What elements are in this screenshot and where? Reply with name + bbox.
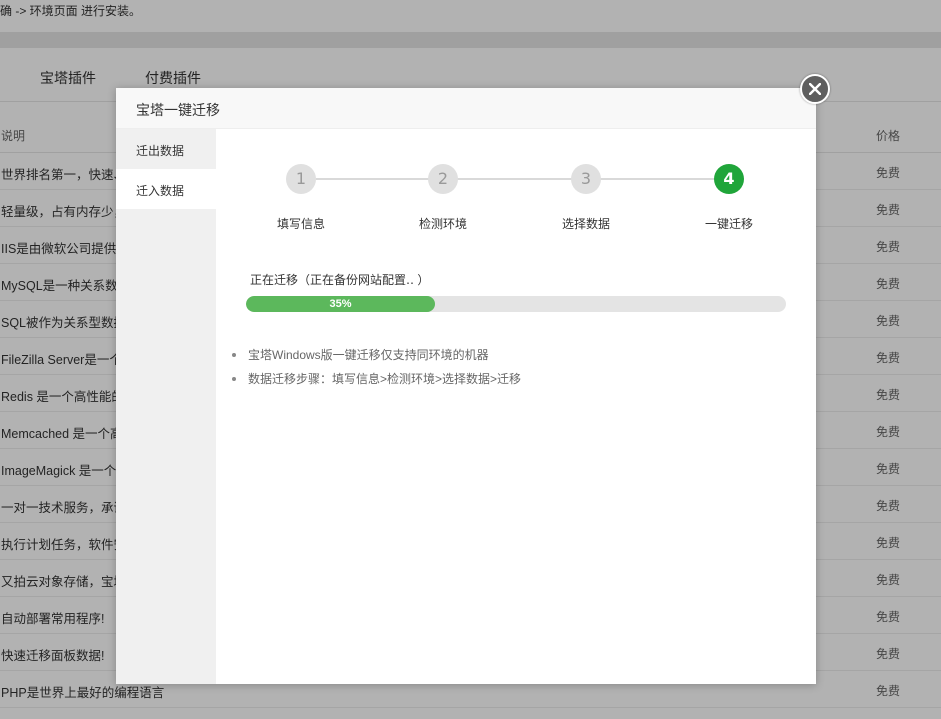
migration-notes: 宝塔Windows版一键迁移仅支持同环境的机器 数据迁移步骤：填写信息>检测环境… bbox=[230, 347, 790, 395]
dialog-sidebar: 迁出数据 迁入数据 bbox=[116, 129, 216, 684]
close-icon bbox=[809, 83, 821, 95]
dialog-main: 1 2 3 4 填写信息 检测环境 选择数据 一键迁移 正在迁移（正在备份网站配… bbox=[216, 129, 816, 684]
step-4-circle: 4 bbox=[714, 164, 744, 194]
step-3-label: 选择数据 bbox=[561, 217, 610, 231]
progress-label: 35% bbox=[329, 298, 352, 310]
dialog-header: 宝塔一键迁移 bbox=[116, 88, 816, 129]
step-1-circle: 1 bbox=[286, 164, 316, 194]
note-item: 宝塔Windows版一键迁移仅支持同环境的机器 bbox=[230, 347, 790, 371]
step-2-label: 检测环境 bbox=[418, 217, 467, 231]
sidebar-item-export[interactable]: 迁出数据 bbox=[116, 129, 216, 169]
step-connector bbox=[316, 178, 744, 180]
step-indicator: 1 2 3 4 填写信息 检测环境 选择数据 一键迁移 bbox=[216, 129, 816, 239]
note-item: 数据迁移步骤：填写信息>检测环境>选择数据>迁移 bbox=[230, 371, 790, 395]
sidebar-item-label: 迁入数据 bbox=[136, 184, 185, 198]
migration-status: 正在迁移（正在备份网站配置‥ ） bbox=[250, 273, 430, 287]
step-3-circle: 3 bbox=[571, 164, 601, 194]
sidebar-item-label: 迁出数据 bbox=[136, 144, 185, 158]
sidebar-item-import[interactable]: 迁入数据 bbox=[116, 169, 216, 209]
step-4-label: 一键迁移 bbox=[704, 217, 753, 231]
progress-fill: 35% bbox=[246, 296, 435, 312]
step-2-circle: 2 bbox=[428, 164, 458, 194]
migration-dialog: 宝塔一键迁移 迁出数据 迁入数据 1 2 3 4 填写信息 检测环境 选择数据 … bbox=[116, 74, 830, 684]
dialog-title: 宝塔一键迁移 bbox=[136, 102, 220, 118]
step-1-label: 填写信息 bbox=[276, 217, 325, 231]
migration-progress-bar: 35% bbox=[246, 296, 786, 312]
close-button[interactable] bbox=[800, 74, 830, 104]
